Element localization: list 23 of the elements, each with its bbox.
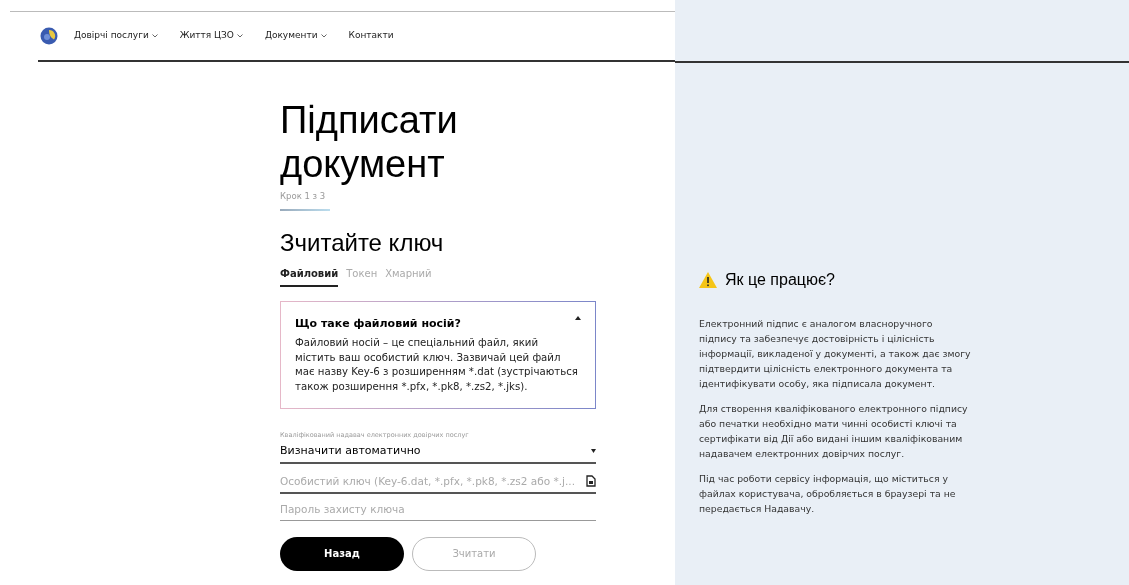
help-title: Як це працює?: [725, 270, 835, 290]
help-paragraph: Електронний підпис є аналогом власноручного підпису та забезпечує достовірність і цілісність інформації, викладеної у документі, а також дає змогу підтвердити цілісність електронного документа та ідентифікувати особу, яка підписала документ.: [699, 317, 971, 391]
password-field[interactable]: Пароль захисту ключа: [280, 498, 596, 521]
provider-select[interactable]: Визначити автоматично: [280, 440, 596, 465]
dropdown-caret-icon: [591, 449, 596, 454]
caret-icon[interactable]: [575, 315, 581, 320]
help-paragraph: Під час роботи сервісу інформація, що міститься у файлах користувача, обробляється в браузері та не передається Надавачу.: [699, 472, 957, 516]
key-file-field[interactable]: Особистий ключ (Key-6.dat, *.pfx, *.pk8, *.zs2 або *.j...: [280, 470, 578, 493]
button[interactable]: Назад: [280, 536, 404, 571]
step-label: Крок 1 з 3: [280, 190, 327, 203]
nav-link[interactable]: Контакти: [348, 29, 394, 43]
nav-link[interactable]: Довірчі послуги: [74, 29, 158, 43]
file-icon[interactable]: [586, 475, 596, 488]
info-title: Що таке файловий носій?: [295, 315, 461, 332]
section-heading: Зчитайте ключ: [280, 228, 445, 258]
help-paragraph: Для створення кваліфікованого електронного підпису або печатки необхідно мати чинні особисті ключі та сертифікати від Дії або видані іншим кваліфікованим надавачем електронних довірчих послуг.: [699, 402, 969, 461]
page-title: Підписати документ: [280, 98, 459, 186]
nav-link[interactable]: Життя ЦЗО: [179, 29, 243, 43]
tab[interactable]: Файловий: [280, 265, 339, 287]
info-text: Файловий носій – це спеціальний файл, який містить ваш особистий ключ. Зазвичай цей файл має назву Key-6 з розширенням *.dat (зустрічаються також розширення *.pfx, *.pk8, *.zs2, *.jks).: [295, 336, 579, 394]
nav-link[interactable]: Документи: [264, 29, 327, 43]
warning-icon: [699, 272, 717, 288]
logo-icon[interactable]: [40, 27, 58, 45]
